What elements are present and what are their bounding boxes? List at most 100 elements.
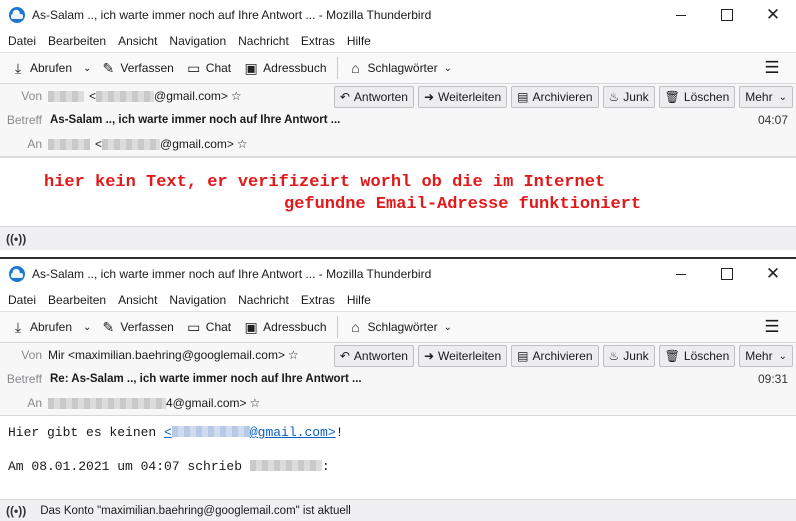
thunderbird-window-1: As-Salam .., ich warte immer noch auf Ih… <box>0 0 796 257</box>
minimize-button[interactable] <box>658 0 704 30</box>
reply-icon: ↶ <box>339 349 350 363</box>
chat-button[interactable]: ▭ Chat <box>180 55 237 81</box>
minimize-button[interactable] <box>658 259 704 289</box>
antworten-button[interactable]: ↶ Antworten <box>333 345 414 367</box>
message-action-buttons: ↶ Antworten ➜ Weiterleiten ▤ Archivieren ♨ J… <box>333 345 793 367</box>
chevron-down-icon: ⌄ <box>778 350 787 362</box>
download-icon: ⤓ <box>14 59 22 76</box>
menu-nachricht[interactable]: Nachricht <box>232 293 295 307</box>
abrufen-dropdown-button[interactable]: ⌄ <box>78 55 94 81</box>
from-row: Von < @gmail.com> ☆ ↶ Antworten ➜ Weiterle… <box>0 84 796 108</box>
message-header: Von < @gmail.com> ☆ ↶ Antworten ➜ Weiterle… <box>0 84 796 157</box>
from-value[interactable]: Mir <maximilian.baehring@googlemail.com> <box>48 348 285 362</box>
star-icon[interactable]: ☆ <box>231 89 242 103</box>
antworten-button[interactable]: ↶ Antworten <box>333 86 414 108</box>
chevron-down-icon: ⌄ <box>443 62 452 74</box>
online-status-icon[interactable]: ((•)) <box>6 504 26 518</box>
message-time: 09:31 <box>757 372 788 386</box>
app-menu-button[interactable]: ☰ <box>758 55 786 81</box>
window-title: As-Salam .., ich warte immer noch auf Ih… <box>32 8 432 22</box>
weiterleiten-button[interactable]: ➜ Weiterleiten <box>417 86 508 108</box>
menu-navigation[interactable]: Navigation <box>163 34 232 48</box>
archivieren-button[interactable]: ▤ Archivieren <box>511 345 599 367</box>
title-bar: As-Salam .., ich warte immer noch auf Ih… <box>0 259 796 289</box>
menu-bearbeiten[interactable]: Bearbeiten <box>42 293 112 307</box>
close-button[interactable]: ✕ <box>750 0 796 30</box>
flame-icon: ♨ <box>608 90 620 104</box>
menu-datei[interactable]: Datei <box>2 34 42 48</box>
to-email-domain[interactable]: @gmail.com> <box>160 137 234 151</box>
mehr-label: Mehr <box>745 349 773 363</box>
app-menu-button[interactable]: ☰ <box>758 314 786 340</box>
archivieren-button[interactable]: ▤ Archivieren <box>511 86 599 108</box>
menu-ansicht[interactable]: Ansicht <box>112 34 163 48</box>
abrufen-button[interactable]: ⤓ Abrufen <box>4 55 78 81</box>
body-line-1: Hier gibt es keinen < @gmail.com>! <box>8 425 343 440</box>
mehr-button[interactable]: Mehr ⌄ <box>739 86 793 108</box>
annotation-text-line-2: gefundne Email-Adresse funktioniert <box>284 195 642 214</box>
mehr-button[interactable]: Mehr ⌄ <box>739 345 793 367</box>
menu-hilfe[interactable]: Hilfe <box>341 293 377 307</box>
toolbar-separator <box>336 316 338 338</box>
menu-nachricht[interactable]: Nachricht <box>232 34 295 48</box>
junk-button[interactable]: ♨ Junk <box>602 345 655 367</box>
redacted-email <box>102 138 161 150</box>
forward-icon: ➜ <box>423 90 435 104</box>
menu-bar: Datei Bearbeiten Ansicht Navigation Nach… <box>0 30 796 52</box>
from-email-domain[interactable]: @gmail.com> <box>154 89 228 103</box>
to-email-domain[interactable]: 4@gmail.com> <box>166 396 247 410</box>
antworten-label: Antworten <box>353 90 408 104</box>
online-status-icon[interactable]: ((•)) <box>6 232 26 246</box>
to-row: An < @gmail.com> ☆ <box>0 132 796 156</box>
menu-hilfe[interactable]: Hilfe <box>341 34 377 48</box>
tag-icon: ⌂ <box>351 60 360 76</box>
menu-ansicht[interactable]: Ansicht <box>112 293 163 307</box>
forward-icon: ➜ <box>423 349 435 363</box>
menu-extras[interactable]: Extras <box>295 34 341 48</box>
weiterleiten-button[interactable]: ➜ Weiterleiten <box>417 345 508 367</box>
adressbuch-button[interactable]: ▣ Adressbuch <box>237 314 332 340</box>
loeschen-label: Löschen <box>683 90 730 104</box>
chat-bubble-icon: ▭ <box>187 59 201 76</box>
junk-button[interactable]: ♨ Junk <box>602 86 655 108</box>
from-row: Von Mir <maximilian.baehring@googlemail.… <box>0 343 796 367</box>
to-row: An 4@gmail.com> ☆ <box>0 391 796 415</box>
chat-button[interactable]: ▭ Chat <box>180 314 237 340</box>
verfassen-button[interactable]: ✎ Verfassen <box>94 314 179 340</box>
body-line-2: Am 08.01.2021 um 04:07 schrieb : <box>8 459 330 474</box>
from-label: Von <box>21 89 42 103</box>
menu-bearbeiten[interactable]: Bearbeiten <box>42 34 112 48</box>
email-link[interactable]: < @gmail.com> <box>164 425 336 440</box>
chevron-down-icon: ⌄ <box>778 91 787 103</box>
trash-icon: 🗑 <box>664 349 680 363</box>
menu-navigation[interactable]: Navigation <box>163 293 232 307</box>
chat-label: Chat <box>205 61 232 75</box>
verfassen-button[interactable]: ✎ Verfassen <box>94 55 179 81</box>
redacted-email <box>171 426 250 437</box>
menu-datei[interactable]: Datei <box>2 293 42 307</box>
loeschen-button[interactable]: 🗑 Löschen <box>658 345 736 367</box>
star-icon[interactable]: ☆ <box>250 396 261 410</box>
from-label: Von <box>21 348 42 362</box>
antworten-label: Antworten <box>353 349 408 363</box>
star-icon[interactable]: ☆ <box>288 348 299 362</box>
status-text: Das Konto "maximilian.baehring@googlemai… <box>40 504 351 517</box>
maximize-button[interactable] <box>704 259 750 289</box>
pencil-icon: ✎ <box>102 59 115 76</box>
adressbuch-label: Adressbuch <box>263 320 327 334</box>
thunderbird-icon <box>9 7 25 23</box>
schlagwoerter-button[interactable]: ⌂ Schlagwörter ⌄ <box>342 55 458 81</box>
chevron-down-icon: ⌄ <box>443 321 452 333</box>
abrufen-button[interactable]: ⤓ Abrufen <box>4 314 78 340</box>
chat-label: Chat <box>205 320 232 334</box>
adressbuch-button[interactable]: ▣ Adressbuch <box>237 55 332 81</box>
star-icon[interactable]: ☆ <box>237 137 248 151</box>
schlagwoerter-button[interactable]: ⌂ Schlagwörter ⌄ <box>342 314 458 340</box>
junk-label: Junk <box>623 90 649 104</box>
loeschen-button[interactable]: 🗑 Löschen <box>658 86 736 108</box>
maximize-button[interactable] <box>704 0 750 30</box>
menu-extras[interactable]: Extras <box>295 293 341 307</box>
main-toolbar: ⤓ Abrufen ⌄ ✎ Verfassen ▭ Chat ▣ Adressb… <box>0 311 796 343</box>
abrufen-dropdown-button[interactable]: ⌄ <box>78 314 94 340</box>
close-button[interactable]: ✕ <box>750 259 796 289</box>
